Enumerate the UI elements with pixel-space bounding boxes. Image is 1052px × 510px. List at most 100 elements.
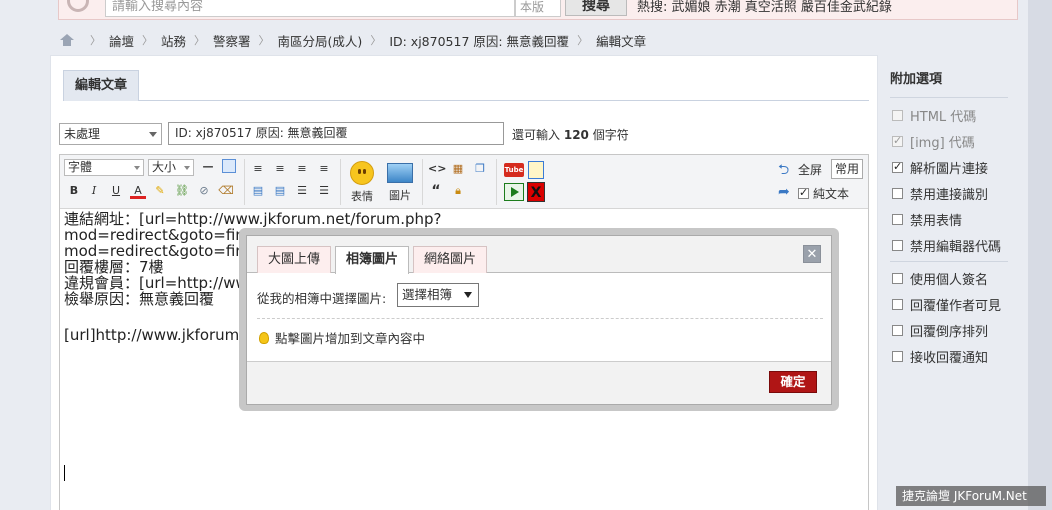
youtube-icon[interactable]: Tube <box>504 163 524 177</box>
breadcrumb-sep: 〉 <box>370 34 382 47</box>
option-checkbox[interactable] <box>892 350 903 362</box>
quote-icon[interactable]: “ <box>428 183 444 199</box>
breadcrumb-sep: 〉 <box>258 34 270 47</box>
sidebar-option[interactable]: 解析圖片連接 <box>892 154 1010 180</box>
page-right-edge <box>1028 0 1052 510</box>
font-family-select[interactable]: 字體 <box>64 159 144 176</box>
dialog-tip: 點擊圖片增加到文章內容中 <box>259 328 425 347</box>
sidebar-option[interactable]: 接收回覆通知 <box>892 343 1010 369</box>
option-label: HTML 代碼 <box>910 109 977 125</box>
undo-icon[interactable]: ⮌ <box>778 163 794 177</box>
plain-text-label: 純文本 <box>813 187 850 201</box>
option-checkbox[interactable] <box>892 187 903 199</box>
window-icon[interactable]: ❐ <box>472 161 488 177</box>
horizontal-rule-icon[interactable]: — <box>200 159 216 175</box>
option-checkbox[interactable] <box>892 213 903 225</box>
search-input[interactable]: 請輸入搜尋內容 <box>105 0 515 17</box>
close-icon[interactable]: ✕ <box>803 245 821 263</box>
underline-icon[interactable]: U <box>108 183 124 199</box>
tab-album-image[interactable]: 相簿圖片 <box>335 246 409 274</box>
unordered-list-icon[interactable]: ☰ <box>316 183 332 199</box>
sidebar-option[interactable]: 使用個人簽名 <box>892 265 1010 291</box>
status-select[interactable]: 未處理 <box>59 123 162 145</box>
emoticon-button[interactable]: 表情 <box>344 161 380 204</box>
tab-upload-large-image[interactable]: 大圖上傳 <box>257 246 331 273</box>
close-media-icon[interactable]: X <box>527 182 545 202</box>
sidebar-option[interactable]: 禁用表情 <box>892 206 1010 232</box>
tab-web-image[interactable]: 網絡圖片 <box>413 246 487 273</box>
highlight-icon[interactable]: ✎ <box>152 183 168 199</box>
ordered-list-icon[interactable]: ☰ <box>294 183 310 199</box>
align-justify-icon[interactable]: ≡ <box>316 161 332 177</box>
option-checkbox[interactable] <box>892 298 903 310</box>
emoticon-label: 表情 <box>351 190 373 203</box>
breadcrumb-current: 編輯文章 <box>596 33 647 49</box>
option-checkbox[interactable] <box>892 239 903 251</box>
breadcrumb-police[interactable]: 警察署 <box>213 31 251 50</box>
title-input[interactable]: ID: xj870517 原因: 無意義回覆 <box>168 122 504 145</box>
content-line: 連結網址：[url=http://www.jkforum.net/forum.p… <box>64 211 442 227</box>
link-icon[interactable]: ⛓ <box>174 183 190 199</box>
bold-icon[interactable]: B <box>66 183 82 199</box>
option-checkbox[interactable] <box>892 272 903 284</box>
fullscreen-button[interactable]: 全屏 <box>798 161 822 178</box>
toolbar-divider <box>496 159 497 205</box>
table-icon[interactable] <box>222 159 236 173</box>
search-scope-select[interactable]: 本版 <box>515 0 561 17</box>
toolbar-divider <box>340 159 341 205</box>
breadcrumb-thread[interactable]: ID: xj870517 原因: 無意義回覆 <box>389 31 569 50</box>
dialog-tip-text: 點擊圖片增加到文章內容中 <box>275 331 426 346</box>
option-label: 回覆僅作者可見 <box>910 298 1002 314</box>
plain-text-toggle[interactable]: 純文本 <box>798 185 849 202</box>
plain-text-checkbox[interactable] <box>798 186 809 199</box>
sidebar-option[interactable]: 禁用編輯器代碼 <box>892 232 1010 258</box>
breadcrumb-site-affairs[interactable]: 站務 <box>161 31 186 50</box>
align-center-icon[interactable]: ≡ <box>272 161 288 177</box>
option-label: 禁用連接識別 <box>910 187 989 203</box>
option-label: 回覆倒序排列 <box>910 324 989 340</box>
common-button[interactable]: 常用 <box>831 159 863 179</box>
dialog-divider <box>257 318 823 319</box>
image-dialog: 大圖上傳 相簿圖片 網絡圖片 ✕ 從我的相簿中選擇圖片: 選擇相簿 點擊圖片增加… <box>246 235 832 405</box>
float-right-icon[interactable]: ▤ <box>272 183 288 199</box>
home-icon[interactable] <box>60 34 74 46</box>
float-left-icon[interactable]: ▤ <box>250 183 266 199</box>
chevron-down-icon <box>464 292 472 298</box>
album-select[interactable]: 選擇相簿 <box>397 283 479 307</box>
lock-icon[interactable]: 🔒︎ <box>450 183 466 199</box>
clear-format-icon[interactable]: ⌫ <box>218 183 234 199</box>
code-icon[interactable]: <> <box>428 161 446 177</box>
sidebar-option[interactable]: 禁用連接識別 <box>892 180 1010 206</box>
font-color-icon[interactable]: A <box>130 183 146 199</box>
align-right-icon[interactable]: ≡ <box>294 161 310 177</box>
breadcrumb-sep: 〉 <box>194 34 206 47</box>
lightbulb-icon <box>259 331 269 344</box>
confirm-button[interactable]: 確定 <box>769 371 817 393</box>
redo-icon[interactable]: ➦ <box>778 185 794 199</box>
tab-strip-line <box>63 100 869 101</box>
option-label: 禁用編輯器代碼 <box>910 239 1002 255</box>
album-select-value: 選擇相簿 <box>402 287 453 302</box>
toolbar-divider <box>422 159 423 205</box>
search-button[interactable]: 搜尋 <box>565 0 627 16</box>
hidden-content-icon[interactable]: ▦ <box>450 161 466 177</box>
media-play-icon[interactable] <box>504 183 524 201</box>
flash-icon[interactable] <box>528 161 544 179</box>
image-button[interactable]: 圖片 <box>382 161 418 203</box>
tab-edit-post[interactable]: 編輯文章 <box>63 70 139 101</box>
image-label: 圖片 <box>389 189 411 202</box>
font-size-select[interactable]: 大小 <box>148 159 194 176</box>
breadcrumb-south-branch[interactable]: 南區分局(成人) <box>278 31 363 50</box>
breadcrumb-sep: 〉 <box>90 34 101 47</box>
sidebar-option[interactable]: 回覆僅作者可見 <box>892 291 1010 317</box>
align-left-icon[interactable]: ≡ <box>250 161 266 177</box>
additional-options-sidebar: 附加選項 HTML 代碼 [img] 代碼解析圖片連接禁用連接識別禁用表情禁用編輯… <box>890 68 1010 369</box>
breadcrumb-forum[interactable]: 論壇 <box>109 31 134 50</box>
sidebar-option[interactable]: 回覆倒序排列 <box>892 317 1010 343</box>
unlink-icon[interactable]: ⊘ <box>196 183 212 199</box>
option-checkbox[interactable] <box>892 160 903 173</box>
italic-icon[interactable]: I <box>86 183 102 199</box>
sidebar-option: HTML 代碼 <box>892 102 1010 128</box>
option-checkbox[interactable] <box>892 324 903 336</box>
remaining-count: 120 <box>563 128 589 142</box>
